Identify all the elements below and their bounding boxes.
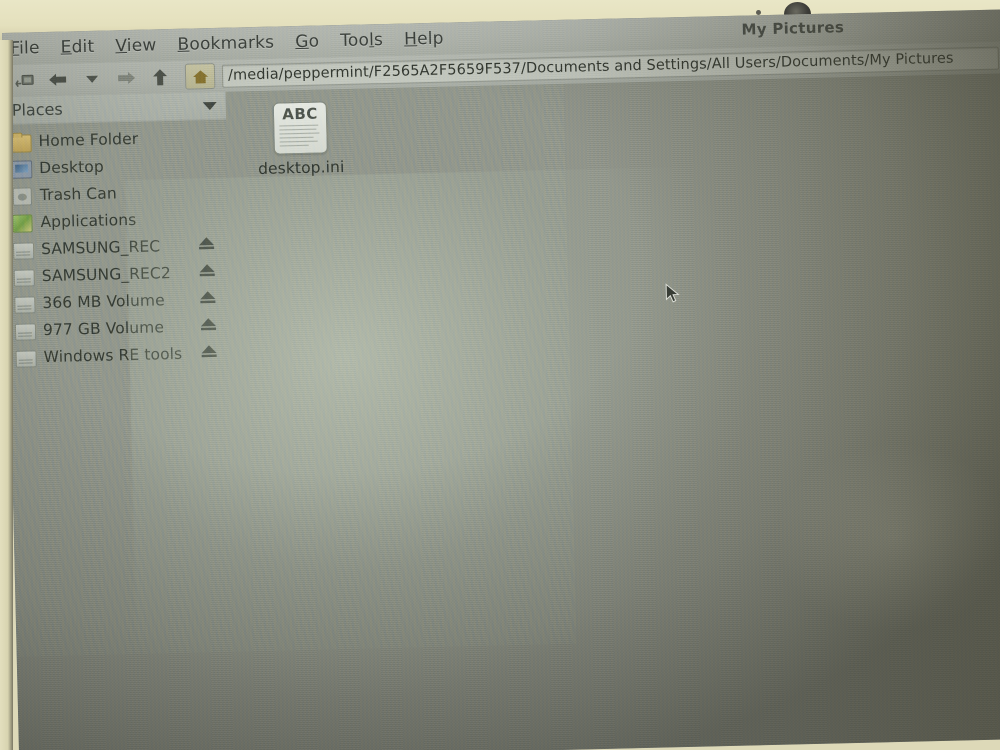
- file-manager-window: File Edit View Bookmarks Go Tools Help M…: [2, 9, 1000, 750]
- folder-icon: [10, 132, 32, 153]
- file-list-pane[interactable]: ABC desktop.ini: [225, 73, 1000, 750]
- forward-icon[interactable]: [111, 65, 142, 92]
- drive-icon: [14, 294, 36, 314]
- text-document-icon: ABC: [272, 101, 328, 155]
- drive-icon: [12, 240, 35, 260]
- sidebar-item-label: SAMSUNG_REC2: [41, 263, 171, 285]
- back-icon[interactable]: [43, 66, 74, 93]
- window-title: My Pictures: [741, 18, 845, 39]
- sidebar-item-label: Windows RE tools: [43, 344, 183, 366]
- up-icon[interactable]: [145, 64, 176, 91]
- menu-help[interactable]: Help: [404, 29, 444, 50]
- sidebar-item-label: Applications: [40, 210, 137, 231]
- sidebar-item-windows-re-tools[interactable]: Windows RE tools: [9, 339, 232, 371]
- eject-icon[interactable]: [199, 289, 216, 308]
- sidebar-item-label: 366 MB Volume: [42, 290, 165, 312]
- eject-icon[interactable]: [200, 316, 217, 335]
- new-tab-icon[interactable]: [9, 67, 40, 94]
- menu-go[interactable]: Go: [295, 32, 319, 53]
- sidebar-item-label: Desktop: [38, 157, 105, 177]
- places-header-label: Places: [11, 99, 63, 120]
- places-dropdown-icon[interactable]: [202, 96, 218, 115]
- menu-tools[interactable]: Tools: [340, 30, 383, 51]
- eject-icon[interactable]: [198, 262, 215, 281]
- menu-edit[interactable]: Edit: [60, 37, 94, 58]
- home-button[interactable]: [184, 62, 216, 90]
- menu-file[interactable]: File: [10, 38, 40, 59]
- places-sidebar: Places Home Folder Desktop Trash Can App…: [3, 91, 242, 750]
- chevron-down-icon[interactable]: [77, 66, 108, 93]
- trash-icon: [12, 186, 33, 206]
- file-item-desktop-ini[interactable]: ABC desktop.ini: [248, 101, 354, 178]
- drive-icon: [13, 267, 35, 287]
- monitor-icon: [11, 159, 33, 179]
- document-icon-lines: [279, 124, 321, 147]
- document-icon-heading: ABC: [282, 104, 318, 124]
- laptop-screen-photo: File Edit View Bookmarks Go Tools Help M…: [0, 0, 1000, 750]
- menu-view[interactable]: View: [115, 35, 157, 56]
- sidebar-item-label: Home Folder: [38, 129, 139, 150]
- sidebar-item-label: SAMSUNG_REC: [40, 236, 161, 258]
- eject-icon[interactable]: [200, 343, 217, 362]
- drive-icon: [14, 321, 37, 341]
- sidebar-item-label: Trash Can: [39, 183, 117, 204]
- laptop-bezel-left: [0, 40, 13, 750]
- eject-icon[interactable]: [198, 235, 215, 254]
- sidebar-item-label: 977 GB Volume: [42, 317, 165, 339]
- file-item-label: desktop.ini: [257, 157, 345, 179]
- menu-bookmarks[interactable]: Bookmarks: [177, 33, 274, 55]
- applications-icon: [12, 213, 33, 233]
- mouse-cursor: [665, 283, 682, 305]
- drive-icon: [15, 348, 37, 368]
- places-list: Home Folder Desktop Trash Can Applicatio…: [4, 120, 232, 371]
